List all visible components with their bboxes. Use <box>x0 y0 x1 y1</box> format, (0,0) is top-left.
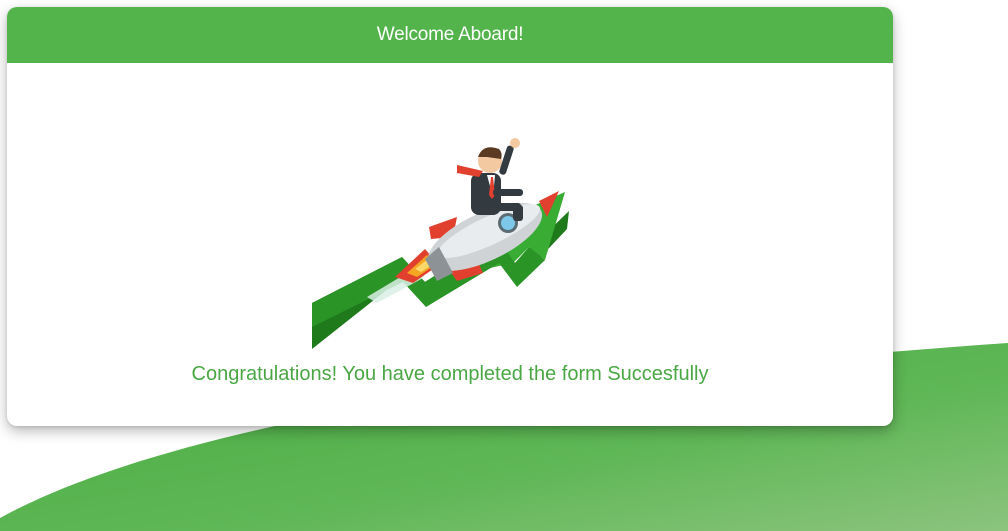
dialog-title: Welcome Aboard! <box>376 24 524 45</box>
success-message: Congratulations! You have completed the … <box>191 363 709 385</box>
dialog-header: Welcome Aboard! <box>7 7 893 63</box>
dialog-body: Congratulations! You have completed the … <box>7 63 893 426</box>
welcome-dialog: Welcome Aboard! Congratulations! You hav… <box>7 7 893 426</box>
rocket-success-icon <box>312 138 569 349</box>
